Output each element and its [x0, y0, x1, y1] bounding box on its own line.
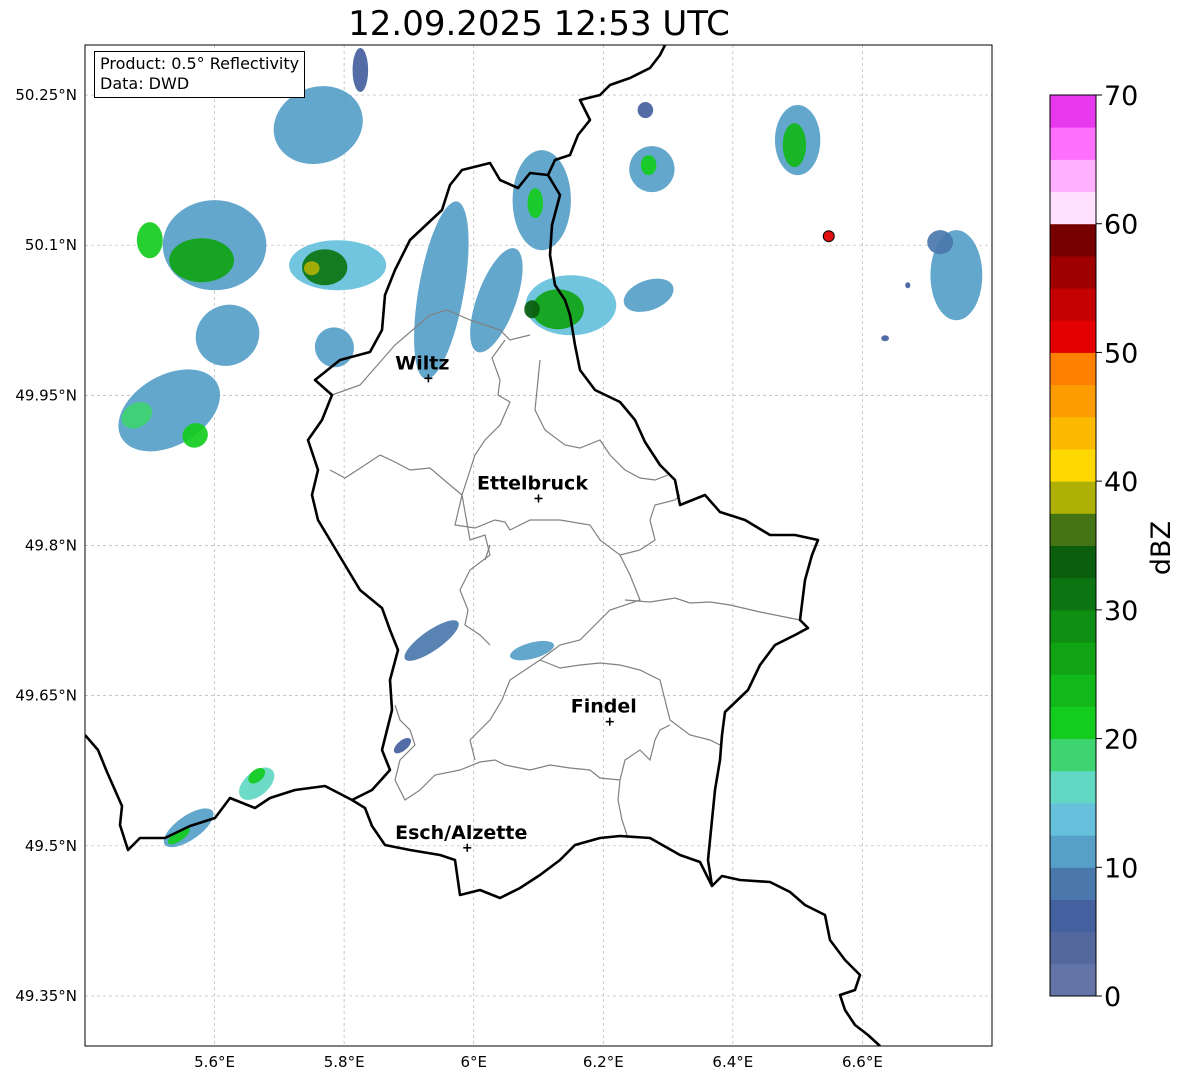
lon-tick-label: 6°E — [460, 1053, 487, 1071]
city-label: Findel — [571, 696, 637, 718]
lat-tick-label: 49.8°N — [25, 537, 77, 555]
echo-cell — [905, 282, 911, 289]
city-markers: Wiltz Ettelbruck Findel Esch/Alzette — [395, 352, 637, 852]
colorbar-segment — [1050, 545, 1096, 579]
lat-tick-label: 49.5°N — [25, 837, 77, 855]
colorbar-segment — [1050, 931, 1096, 965]
echo-cell — [532, 289, 584, 330]
echo-cell — [352, 48, 369, 93]
colorbar-tick-label: 20 — [1104, 725, 1138, 756]
radar-figure: Wiltz Ettelbruck Findel Esch/Alzette 5.6°E 5… — [15, 44, 1177, 1071]
radar-site-marker — [822, 230, 835, 243]
colorbar-segment — [1050, 352, 1096, 386]
lat-tick-label: 49.35°N — [15, 987, 77, 1005]
colorbar-segment — [1050, 899, 1096, 933]
colorbar-segment — [1050, 127, 1096, 160]
echo-cell — [524, 300, 540, 319]
colorbar-tick-label: 40 — [1104, 467, 1138, 498]
lon-tick-label: 6.4°E — [712, 1053, 753, 1071]
echo-cell — [782, 123, 807, 168]
echo-cell — [881, 335, 889, 342]
colorbar-segment — [1050, 191, 1096, 225]
colorbar-segment — [1050, 320, 1096, 353]
lon-tick-label: 5.6°E — [194, 1053, 235, 1071]
colorbar-segment — [1050, 642, 1096, 675]
colorbar-segment — [1050, 448, 1096, 482]
echo-cell — [640, 155, 657, 176]
dbz-colorbar: dBZ 0 10 20 30 40 50 60 70 — [1049, 81, 1177, 1013]
colorbar-segment — [1050, 255, 1096, 289]
colorbar-segment — [1050, 223, 1096, 257]
colorbar-segment — [1050, 835, 1096, 868]
colorbar-segment — [1050, 95, 1096, 128]
colorbar-tick-label: 50 — [1104, 338, 1138, 369]
lon-tick-label: 5.8°E — [324, 1053, 365, 1071]
colorbar-segment — [1050, 513, 1096, 546]
lat-tick-label: 50.1°N — [25, 236, 77, 254]
colorbar-segment — [1050, 738, 1096, 772]
echo-cell — [303, 261, 320, 276]
colorbar-segment — [1050, 609, 1096, 643]
echo-cell — [637, 102, 654, 119]
city-label: Esch/Alzette — [395, 822, 527, 844]
colorbar-segment — [1050, 577, 1096, 611]
lon-tick-label: 6.6°E — [842, 1053, 883, 1071]
city-label: Ettelbruck — [477, 472, 588, 494]
echo-cell — [623, 278, 674, 312]
colorbar-tick-label: 0 — [1104, 982, 1121, 1013]
colorbar-segment — [1050, 159, 1096, 193]
echo-cell — [470, 248, 523, 353]
echo-cell — [195, 304, 260, 366]
data-source-label: Data: DWD — [100, 74, 190, 93]
lon-tick-label: 6.2°E — [583, 1053, 624, 1071]
radar-site-dot — [822, 230, 835, 243]
colorbar-segment — [1050, 802, 1096, 836]
colorbar-segment — [1050, 770, 1096, 804]
colorbar-segment — [1050, 706, 1096, 740]
lat-tick-label: 49.65°N — [15, 687, 77, 705]
echo-cell — [393, 738, 412, 754]
echo-cell — [239, 767, 275, 800]
colorbar-segment — [1050, 416, 1096, 450]
city-label: Wiltz — [395, 352, 449, 374]
colorbar-segment — [1050, 674, 1096, 707]
colorbar-segment — [1050, 384, 1096, 418]
radar-echoes — [118, 48, 983, 848]
product-label: Product: 0.5° Reflectivity — [100, 54, 300, 73]
colorbar-tick-label: 60 — [1104, 210, 1138, 241]
echo-cell — [527, 188, 544, 219]
colorbar-segment — [1050, 963, 1096, 997]
colorbar-segment — [1050, 288, 1096, 321]
colorbar-segment — [1050, 481, 1096, 514]
colorbar-label: dBZ — [1146, 521, 1177, 575]
echo-cell — [927, 230, 954, 255]
colorbar-tick-label: 70 — [1104, 81, 1138, 112]
colorbar-tick-label: 10 — [1104, 853, 1138, 884]
colorbar-segment — [1050, 867, 1096, 900]
echo-cell — [404, 620, 459, 661]
echo-cell — [510, 640, 555, 661]
product-info-box: Product: 0.5° Reflectivity Data: DWD — [94, 51, 306, 98]
echo-cell — [169, 238, 235, 283]
canton-boundaries — [329, 309, 801, 839]
colorbar-tick-label: 30 — [1104, 596, 1138, 627]
lat-tick-label: 50.25°N — [15, 86, 77, 104]
lat-tick-label: 49.95°N — [15, 386, 77, 404]
echo-cell — [136, 222, 163, 259]
